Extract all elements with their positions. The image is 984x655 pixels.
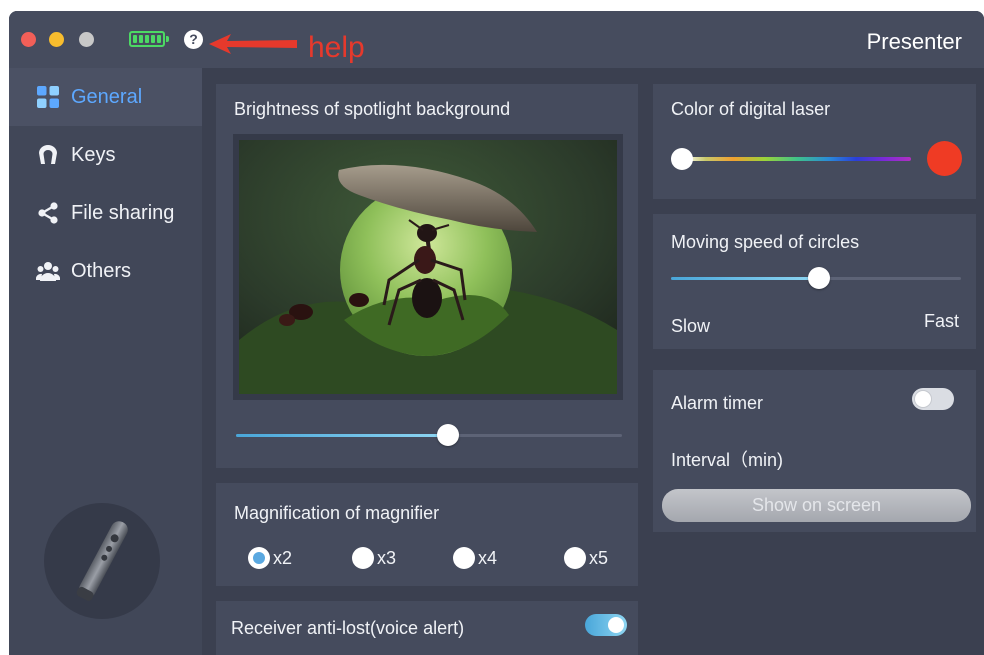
users-icon (36, 259, 60, 283)
anti-lost-toggle[interactable] (585, 614, 627, 636)
circle-speed-knob[interactable] (807, 267, 830, 289)
magnification-x2-radio[interactable]: x2 (248, 547, 292, 569)
laser-color-title: Color of digital laser (671, 99, 831, 119)
magnification-x5-radio[interactable]: x5 (564, 547, 608, 569)
show-on-screen-button[interactable]: Show on screen (662, 489, 971, 522)
share-icon (36, 201, 60, 225)
title-bar: ? help Presenter (9, 11, 984, 68)
spotlight-preview-image (233, 134, 623, 400)
alarm-toggle[interactable] (912, 388, 954, 410)
circle-speed-fill (671, 277, 819, 280)
sidebar-item-label: General (71, 85, 143, 108)
spotlight-panel: Brightness of spotlight background (216, 84, 638, 468)
sidebar-item-file-sharing[interactable]: File sharing (9, 184, 202, 242)
alarm-title: Alarm timer (671, 393, 764, 413)
sidebar-item-keys[interactable]: Keys (9, 126, 202, 184)
spotlight-brightness-slider[interactable] (236, 424, 622, 446)
battery-icon (129, 31, 165, 47)
speed-max-label: Fast (923, 311, 959, 331)
remote-keys-icon (36, 143, 60, 167)
spotlight-title: Brightness of spotlight background (234, 99, 511, 119)
magnification-x4-radio[interactable]: x4 (453, 547, 497, 569)
laser-color-slider[interactable] (683, 157, 911, 161)
sidebar-item-label: File sharing (71, 201, 175, 224)
sidebar-item-others[interactable]: Others (9, 242, 202, 300)
spotlight-brightness-fill (236, 434, 449, 437)
laser-color-swatch[interactable] (927, 141, 962, 176)
circle-speed-panel: Moving speed of circles Slow Fast (653, 214, 976, 349)
magnification-option-label: x4 (478, 547, 498, 568)
zoom-window-button[interactable] (79, 32, 94, 47)
sidebar-item-label: Others (71, 259, 132, 282)
laser-color-knob[interactable] (671, 148, 693, 170)
circle-speed-title: Moving speed of circles (671, 232, 860, 252)
magnification-option-label: x5 (589, 547, 609, 568)
spotlight-brightness-knob[interactable] (437, 424, 460, 446)
speed-min-label: Slow (671, 316, 711, 336)
magnification-options: x2 x3 x4 x5 (248, 547, 618, 573)
help-annotation: help (308, 31, 365, 64)
anti-lost-panel: Receiver anti-lost(voice alert) (216, 601, 638, 655)
help-icon[interactable]: ? (184, 30, 203, 49)
toggle-knob (915, 391, 931, 407)
sidebar-item-general[interactable]: General (9, 68, 202, 126)
magnifier-title: Magnification of magnifier (234, 503, 440, 523)
minimize-window-button[interactable] (49, 32, 64, 47)
magnifier-panel: Magnification of magnifier x2 x3 x4 x5 (216, 483, 638, 586)
close-window-button[interactable] (21, 32, 36, 47)
interval-label: Interval（min) (671, 450, 784, 470)
app-title: Presenter (866, 29, 962, 54)
annotation-arrow-icon (209, 34, 297, 54)
laser-color-panel: Color of digital laser (653, 84, 976, 199)
magnification-option-label: x2 (273, 547, 293, 568)
grid-icon (36, 85, 60, 109)
remote-device-image (44, 503, 160, 619)
sidebar: General Keys File sharing Others (9, 68, 202, 655)
circle-speed-slider[interactable] (671, 267, 961, 289)
anti-lost-label: Receiver anti-lost(voice alert) (231, 618, 465, 638)
battery-tip (166, 36, 169, 42)
alarm-panel: Alarm timer Interval（min) Show on screen (653, 370, 976, 532)
app-window: ? help Presenter General Keys File shari… (9, 11, 984, 655)
toggle-knob (608, 617, 624, 633)
magnification-x3-radio[interactable]: x3 (352, 547, 396, 569)
sidebar-item-label: Keys (71, 143, 116, 166)
magnification-option-label: x3 (377, 547, 397, 568)
